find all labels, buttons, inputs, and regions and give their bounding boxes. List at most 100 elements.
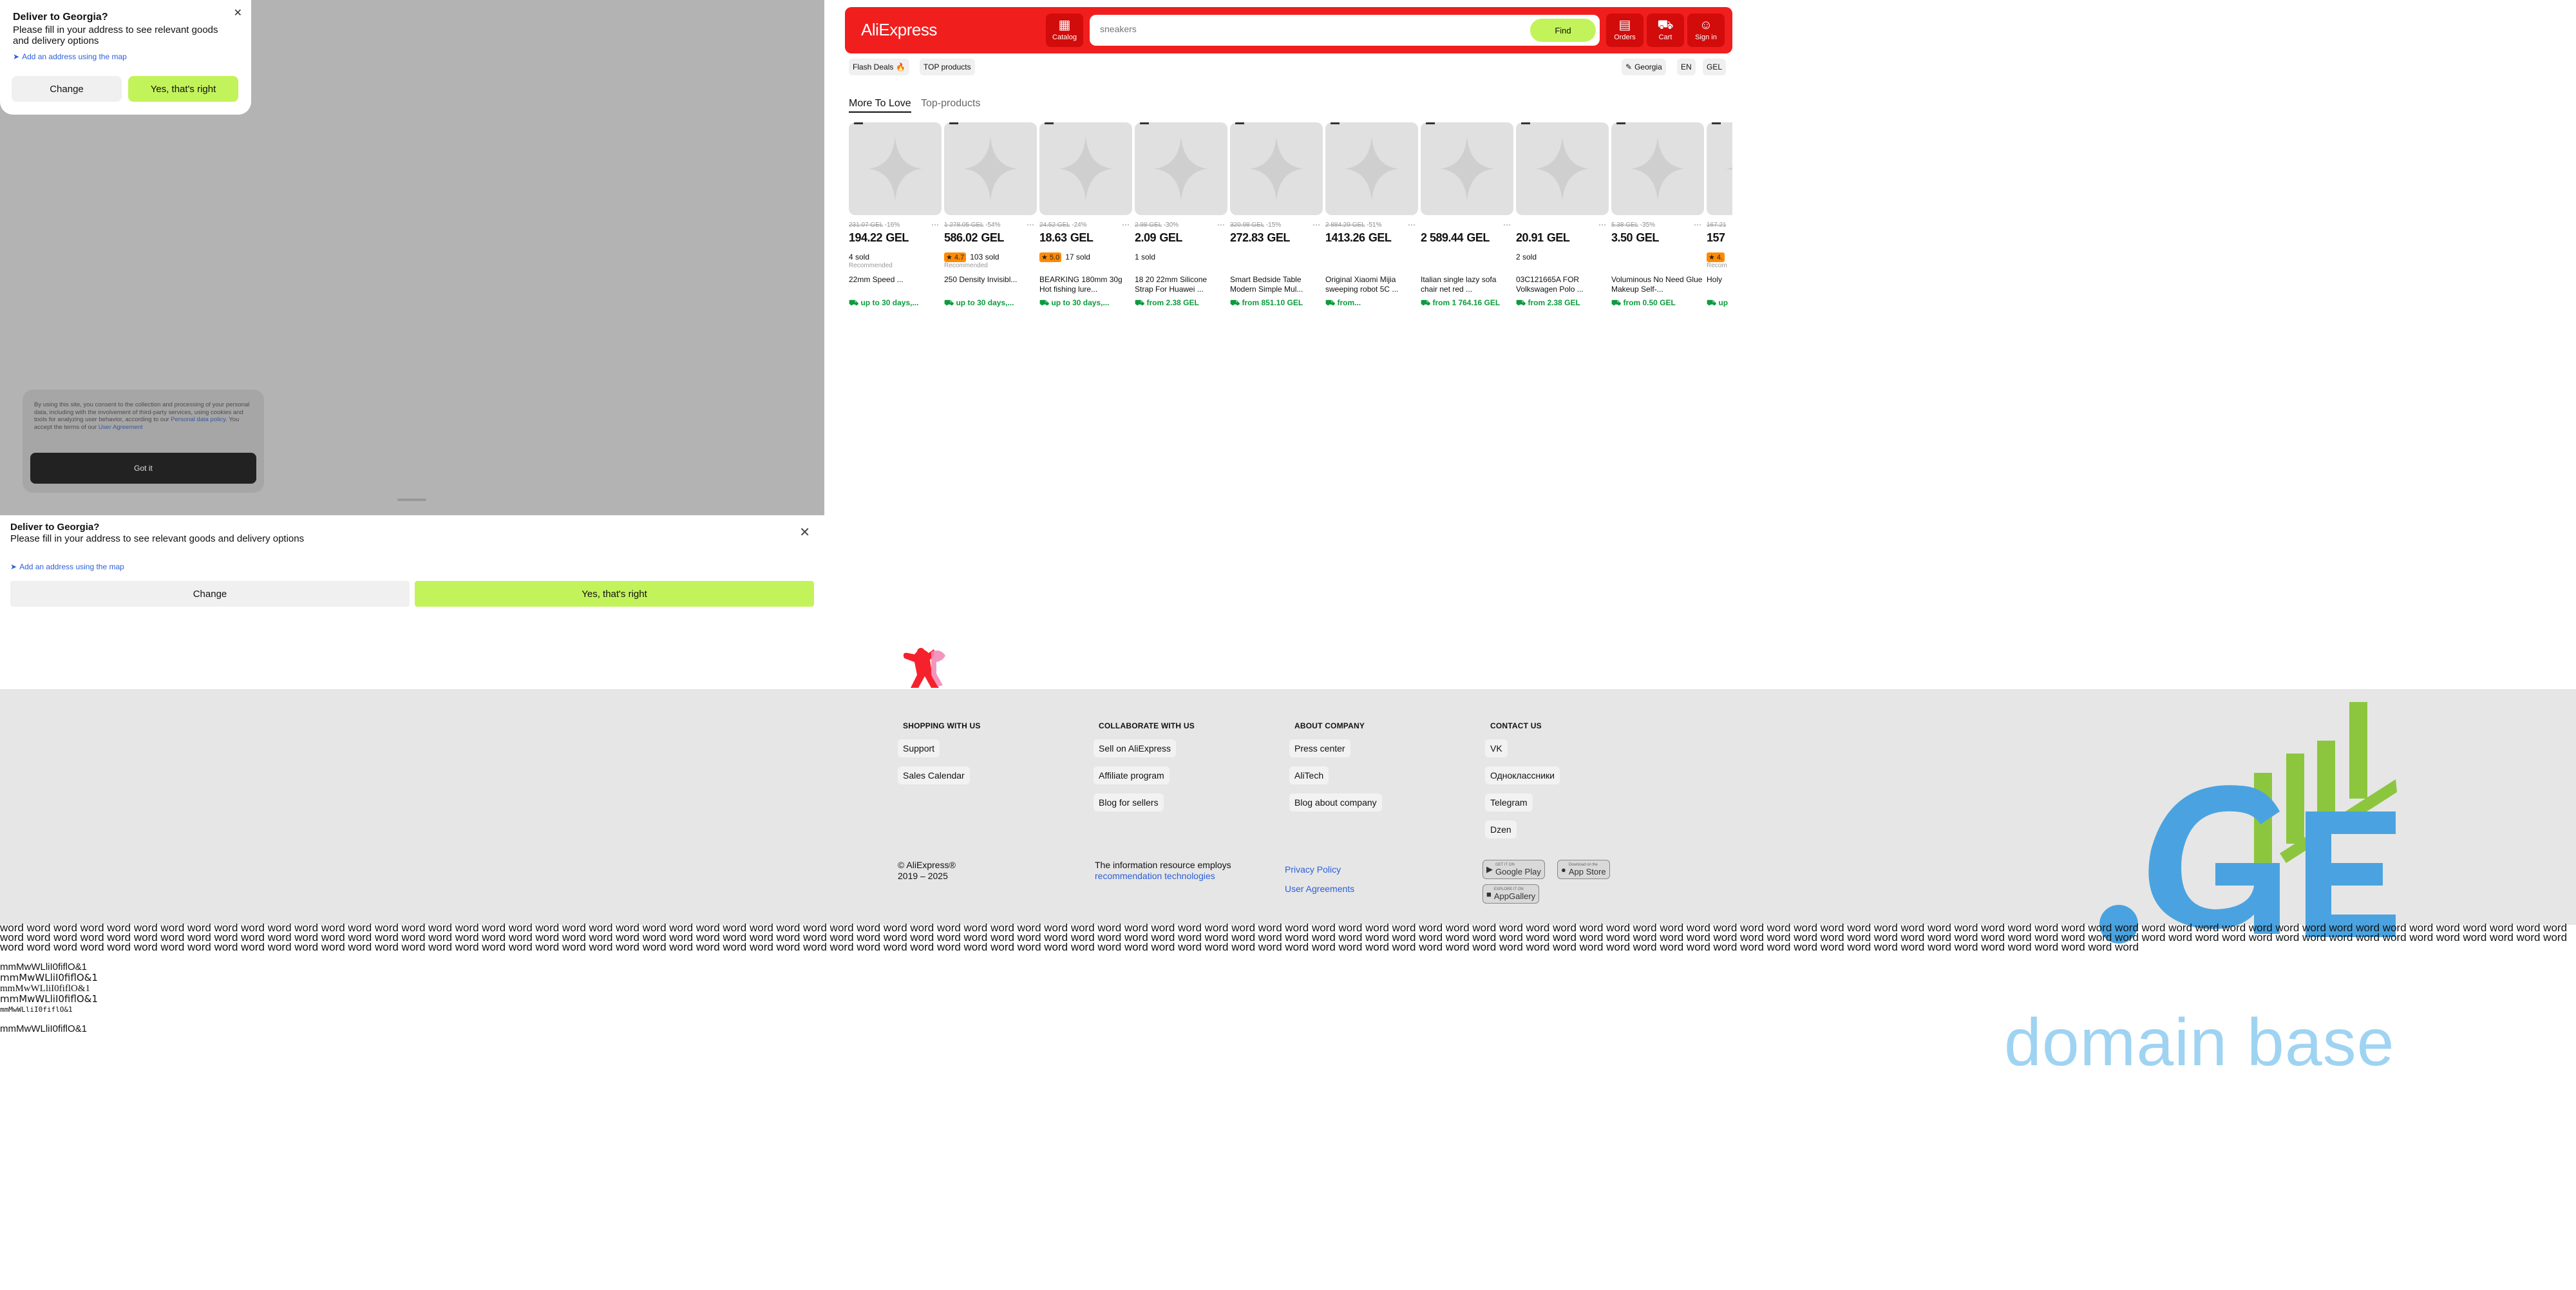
change-button[interactable]: Change [10,581,410,607]
footer-link[interactable]: Sell on AliExpress [1094,739,1177,757]
flash-deals-chip[interactable]: Flash Deals 🔥 [849,59,910,75]
privacy-policy-link[interactable]: Privacy Policy [1285,860,1354,879]
currency-chip[interactable]: GEL [1703,59,1727,75]
footer-column: SHOPPING WITH US Support Sales Calendar [898,721,981,793]
product-tag [1521,122,1530,124]
user-agreement-link[interactable]: User Agreement [99,424,143,431]
catalog-button[interactable]: ▦ Catalog [1046,14,1083,47]
product-image[interactable] [944,122,1037,215]
product-name[interactable]: 22mm Speed ... [849,275,942,294]
product-image[interactable] [1135,122,1227,215]
product-card[interactable]: 231.07 GEL -16% ⋯ 194.22 GEL 4 sold Recommen… [849,122,942,308]
map-link[interactable]: ➤ Add an address using the map [13,52,238,61]
product-card[interactable]: 320.98 GEL -15% ⋯ 272.83 GEL Smart Bedside … [1230,122,1323,308]
app-store-badge[interactable]: ● Download on the App Store [1557,860,1610,879]
find-button[interactable]: Find [1530,19,1596,42]
footer-link[interactable]: Support [898,739,940,757]
more-options-icon[interactable]: ⋯ [1598,220,1606,229]
user-agreements-link[interactable]: User Agreements [1285,879,1354,898]
product-image[interactable] [1230,122,1323,215]
product-name[interactable]: Holy [1707,275,1732,294]
product-meta [1230,252,1323,262]
top-products-chip[interactable]: TOP products [920,59,975,75]
footer-link[interactable]: Одноклассники [1485,766,1560,784]
product-card[interactable]: 1 278.05 GEL -54% ⋯ 586.02 GEL ★ 4.7 103 sol… [944,122,1037,308]
cart-button[interactable]: ⛟ Cart [1647,14,1684,47]
product-name[interactable]: Voluminous No Need Glue Makeup Self-... [1611,275,1704,294]
close-icon[interactable]: ✕ [234,6,242,19]
footer-link[interactable]: Sales Calendar [898,766,970,784]
product-meta: ★ 5.0 17 sold [1039,252,1132,262]
more-options-icon[interactable]: ⋯ [1408,220,1416,229]
product-card[interactable]: ⋯ 20.91 GEL 2 sold 03C121665A FOR Volkswage… [1516,122,1609,308]
more-options-icon[interactable]: ⋯ [1217,220,1225,229]
more-options-icon[interactable]: ⋯ [1694,220,1701,229]
footer-link[interactable]: Blog about company [1289,793,1382,811]
more-options-icon[interactable]: ⋯ [1122,220,1130,229]
product-card[interactable]: 5.38 GEL -35% ⋯ 3.50 GEL Voluminous No Need… [1611,122,1704,308]
delivery-info: ⛟ from 2.38 GEL [1135,298,1199,307]
language-chip[interactable]: EN [1677,59,1696,75]
personal-data-policy-link[interactable]: Personal data policy [171,416,225,423]
product-card[interactable]: 2 884.29 GEL -51% ⋯ 1413.26 GEL Original Xi… [1325,122,1418,308]
recommendation-link[interactable]: recommendation technologies [1095,871,1231,882]
footer-heading: SHOPPING WITH US [903,721,981,730]
product-image[interactable] [1325,122,1418,215]
footer-heading: CONTACT US [1490,721,1542,730]
product-price: 3.50 GEL [1611,231,1659,244]
more-options-icon[interactable]: ⋯ [931,220,939,229]
delivery-bottom-sheet: Deliver to Georgia? Please fill in your … [0,515,824,689]
search-input[interactable] [1100,24,1486,34]
region-chip[interactable]: ✎ Georgia [1622,59,1666,75]
product-card[interactable]: 2.98 GEL -30% ⋯ 2.09 GEL 1 sold 18 20 22mm S… [1135,122,1227,308]
close-icon[interactable]: ✕ [799,524,810,540]
product-image[interactable] [1707,122,1732,215]
product-name[interactable]: 18 20 22mm Silicone Strap For Huawei ... [1135,275,1227,294]
product-name[interactable]: BEARKING 180mm 30g Hot fishing lure... [1039,275,1132,294]
map-link[interactable]: ➤ Add an address using the map [10,562,814,571]
tab-more-to-love[interactable]: More To Love [849,98,911,113]
confirm-button[interactable]: Yes, that's right [415,581,814,607]
footer-link[interactable]: Press center [1289,739,1350,757]
footer-link[interactable]: Dzen [1485,820,1517,839]
product-name[interactable]: 250 Density Invisibl... [944,275,1037,294]
more-options-icon[interactable]: ⋯ [1027,220,1034,229]
product-image[interactable] [1039,122,1132,215]
product-name[interactable]: Italian single lazy sofa chair net red .… [1421,275,1513,294]
footer-link[interactable]: Telegram [1485,793,1533,811]
product-card[interactable]: ⋯ 2 589.44 GEL Italian single lazy sofa ch… [1421,122,1513,308]
sign-in-button[interactable]: ☺ Sign in [1687,14,1725,47]
change-button[interactable]: Change [12,76,122,102]
appgallery-icon: ■ [1486,889,1492,899]
product-name[interactable]: Original Xiaomi Mijia sweeping robot 5C … [1325,275,1418,294]
confirm-button[interactable]: Yes, that's right [128,76,238,102]
appgallery-badge[interactable]: ■ EXPLORE IT ON AppGallery [1482,884,1540,904]
old-price: 2.98 GEL -30% [1135,222,1179,229]
product-image[interactable] [1421,122,1513,215]
product-name[interactable]: Smart Bedside Table Modern Simple Mul... [1230,275,1323,294]
more-options-icon[interactable]: ⋯ [1312,220,1320,229]
product-card[interactable]: 167.21 ⋯157 ★ 4.RecomHoly⛟ up [1707,122,1732,308]
product-image[interactable] [1611,122,1704,215]
got-it-button[interactable]: Got it [30,453,256,484]
orders-button[interactable]: ▤ Orders [1606,14,1643,47]
image-placeholder-icon [1249,137,1303,201]
product-name[interactable]: 03C121665A FOR Volkswagen Polo ... [1516,275,1609,294]
aliexpress-logo[interactable]: AliExpress [861,20,937,40]
product-image[interactable] [1516,122,1609,215]
product-meta: 1 sold [1135,252,1227,262]
product-card[interactable]: 24.52 GEL -24% ⋯ 18.63 GEL ★ 5.0 17 sold BEAR… [1039,122,1132,308]
google-play-badge[interactable]: ▶ GET IT ON Google Play [1482,860,1545,879]
footer-link[interactable]: Blog for sellers [1094,793,1164,811]
more-options-icon[interactable]: ⋯ [1503,220,1511,229]
ge-domain-text: domain base [2004,1005,2395,1080]
footer-link[interactable]: AliTech [1289,766,1329,784]
footer-link[interactable]: Affiliate program [1094,766,1170,784]
footer-link[interactable]: VK [1485,739,1508,757]
truck-icon: ⛟ [944,298,954,307]
product-tag [1331,122,1340,124]
tab-top-products[interactable]: Top-products [921,98,981,109]
sheet-drag-handle[interactable] [397,498,426,501]
product-image[interactable] [849,122,942,215]
sold-count: 1 sold [1135,252,1156,261]
